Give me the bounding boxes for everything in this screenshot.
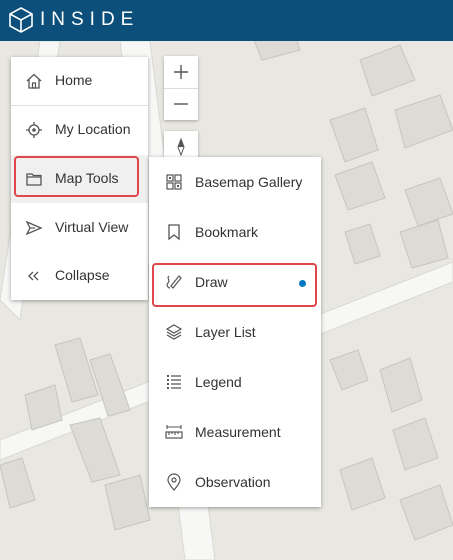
menu-item-label: Virtual View — [55, 219, 129, 235]
measurement-icon — [165, 425, 183, 439]
location-pin-icon — [167, 473, 181, 491]
app-header: INSIDE — [0, 0, 453, 41]
tool-item-bookmark[interactable]: Bookmark — [149, 207, 321, 257]
tool-item-label: Basemap Gallery — [195, 174, 303, 190]
minus-icon — [174, 103, 188, 105]
basemap-gallery-icon — [166, 174, 182, 190]
zoom-out-button[interactable] — [164, 88, 198, 120]
tool-item-label: Observation — [195, 474, 271, 490]
draw-highlight — [152, 263, 317, 307]
menu-item-virtual-view[interactable]: Virtual View — [11, 204, 148, 252]
tool-item-layer-list[interactable]: Layer List — [149, 307, 321, 357]
virtual-view-icon — [25, 220, 43, 236]
tool-item-observation[interactable]: Observation — [149, 457, 321, 507]
home-icon — [26, 73, 42, 89]
tool-item-label: Measurement — [195, 424, 281, 440]
zoom-in-button[interactable] — [164, 56, 198, 89]
collapse-chevrons-icon — [28, 271, 39, 281]
tool-item-label: Layer List — [195, 324, 256, 340]
tool-item-label: Legend — [195, 374, 242, 390]
map-tools-highlight — [14, 156, 139, 197]
app-title: INSIDE — [40, 9, 140, 30]
menu-item-home[interactable]: Home — [11, 57, 148, 106]
map-tools-menu: Basemap Gallery Bookmark Draw Layer List… — [149, 157, 321, 507]
tool-item-legend[interactable]: Legend — [149, 357, 321, 407]
layers-icon — [165, 324, 183, 340]
menu-item-label: Home — [55, 72, 93, 88]
menu-item-collapse[interactable]: Collapse — [11, 252, 148, 300]
bookmark-icon — [168, 224, 180, 241]
tool-item-measurement[interactable]: Measurement — [149, 407, 321, 457]
legend-icon — [167, 375, 181, 389]
menu-item-my-location[interactable]: My Location — [11, 106, 148, 154]
menu-item-label: My Location — [55, 121, 131, 137]
tool-item-label: Bookmark — [195, 224, 259, 240]
location-crosshair-icon — [26, 122, 42, 138]
tool-item-basemap-gallery[interactable]: Basemap Gallery — [149, 157, 321, 207]
plus-icon — [174, 65, 188, 79]
menu-item-label: Collapse — [55, 267, 110, 283]
zoom-control — [164, 56, 198, 120]
cube-logo-icon — [9, 7, 33, 33]
